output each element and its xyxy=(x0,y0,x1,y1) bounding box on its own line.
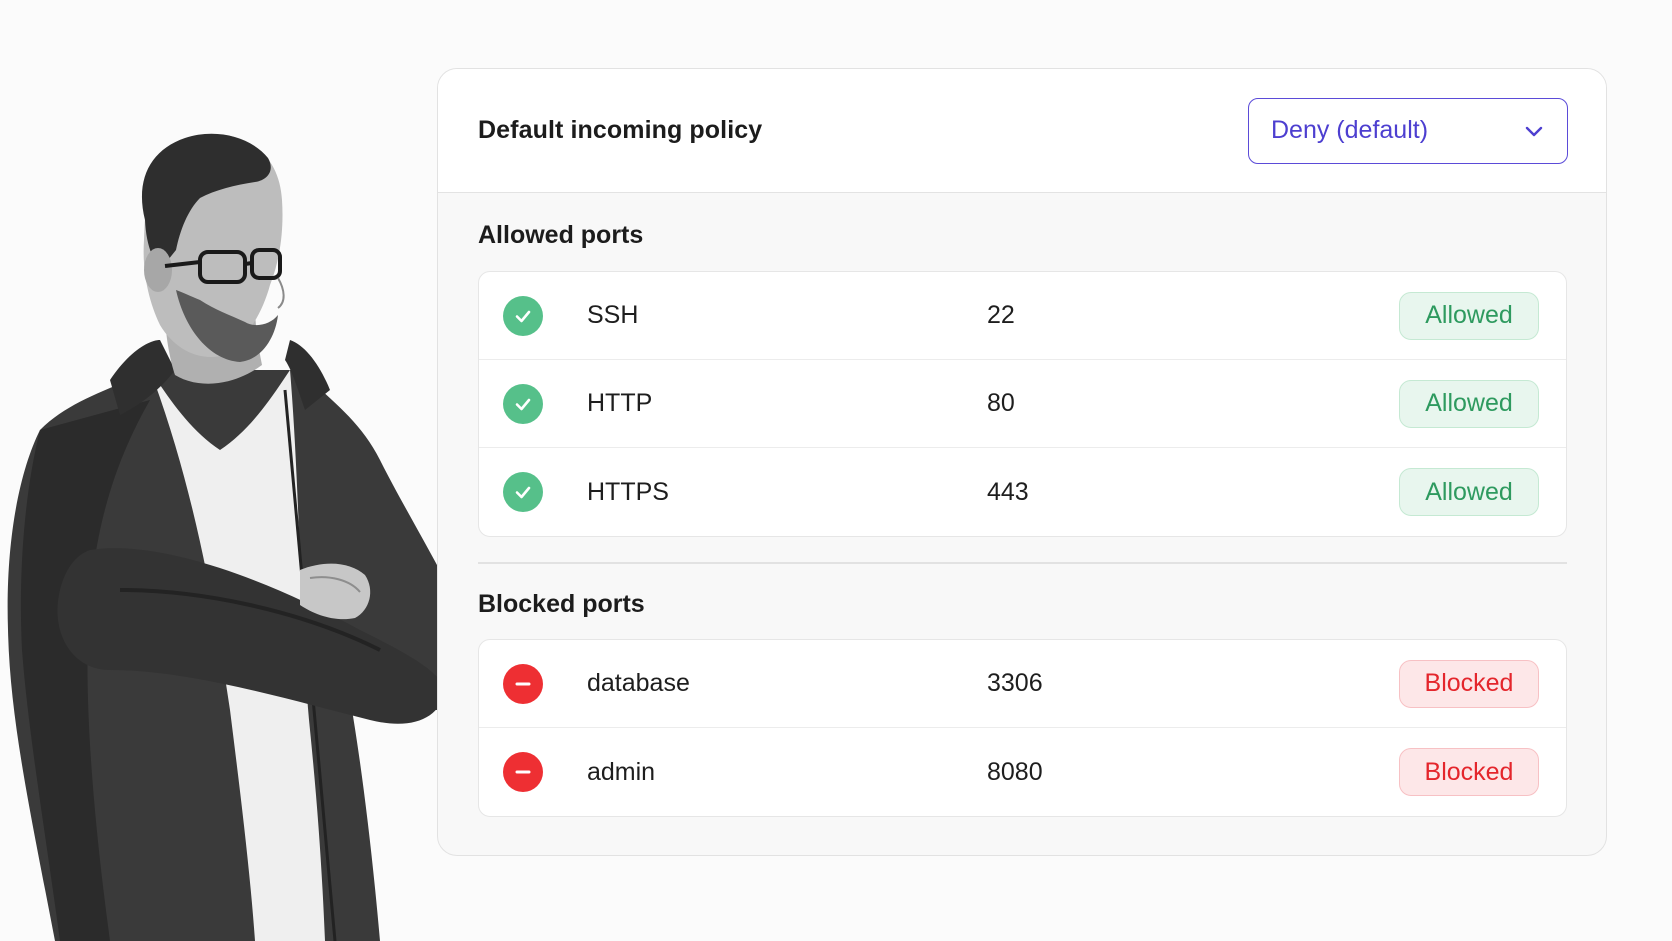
check-circle-icon xyxy=(503,472,543,512)
port-row-admin[interactable]: admin 8080 Blocked xyxy=(479,728,1566,816)
allowed-ports-list: SSH 22 Allowed HTTP 80 Allowed HTTPS 443… xyxy=(478,271,1567,537)
status-badge-blocked[interactable]: Blocked xyxy=(1399,748,1539,796)
port-row-http[interactable]: HTTP 80 Allowed xyxy=(479,360,1566,448)
allowed-ports-title: Allowed ports xyxy=(478,221,644,249)
port-row-ssh[interactable]: SSH 22 Allowed xyxy=(479,272,1566,360)
chevron-down-icon xyxy=(1523,120,1545,142)
blocked-ports-title: Blocked ports xyxy=(478,590,645,618)
default-policy-label: Default incoming policy xyxy=(478,116,763,144)
default-policy-select[interactable]: Deny (default) xyxy=(1248,97,1568,164)
status-badge-allowed[interactable]: Allowed xyxy=(1399,291,1539,340)
port-number: 443 xyxy=(987,477,1029,506)
port-name: database xyxy=(587,669,690,697)
policy-selected-value: Deny (default) xyxy=(1271,116,1429,144)
port-row-https[interactable]: HTTPS 443 Allowed xyxy=(479,448,1566,536)
port-number: 22 xyxy=(987,301,1015,329)
port-name: SSH xyxy=(587,301,639,329)
status-badge-blocked[interactable]: Blocked xyxy=(1399,659,1539,708)
status-badge-allowed[interactable]: Allowed xyxy=(1399,379,1539,428)
status-badge-allowed[interactable]: Allowed xyxy=(1399,468,1539,516)
blocked-ports-list: database 3306 Blocked admin 8080 Blocked xyxy=(478,639,1567,817)
port-name: HTTPS xyxy=(587,477,669,506)
port-number: 80 xyxy=(987,389,1015,417)
port-number: 8080 xyxy=(987,757,1043,786)
check-circle-icon xyxy=(503,296,543,336)
check-circle-icon xyxy=(503,384,543,424)
stage: Default incoming policy Deny (default) A… xyxy=(0,0,1672,941)
section-divider xyxy=(478,562,1567,564)
person-illustration xyxy=(7,133,464,941)
policy-header: Default incoming policy Deny (default) xyxy=(438,69,1606,193)
port-row-database[interactable]: database 3306 Blocked xyxy=(479,640,1566,728)
port-name: HTTP xyxy=(587,389,653,417)
firewall-card: Default incoming policy Deny (default) A… xyxy=(437,68,1607,856)
port-number: 3306 xyxy=(987,669,1043,697)
minus-circle-icon xyxy=(503,664,543,704)
minus-circle-icon xyxy=(503,752,543,792)
port-name: admin xyxy=(587,757,656,786)
